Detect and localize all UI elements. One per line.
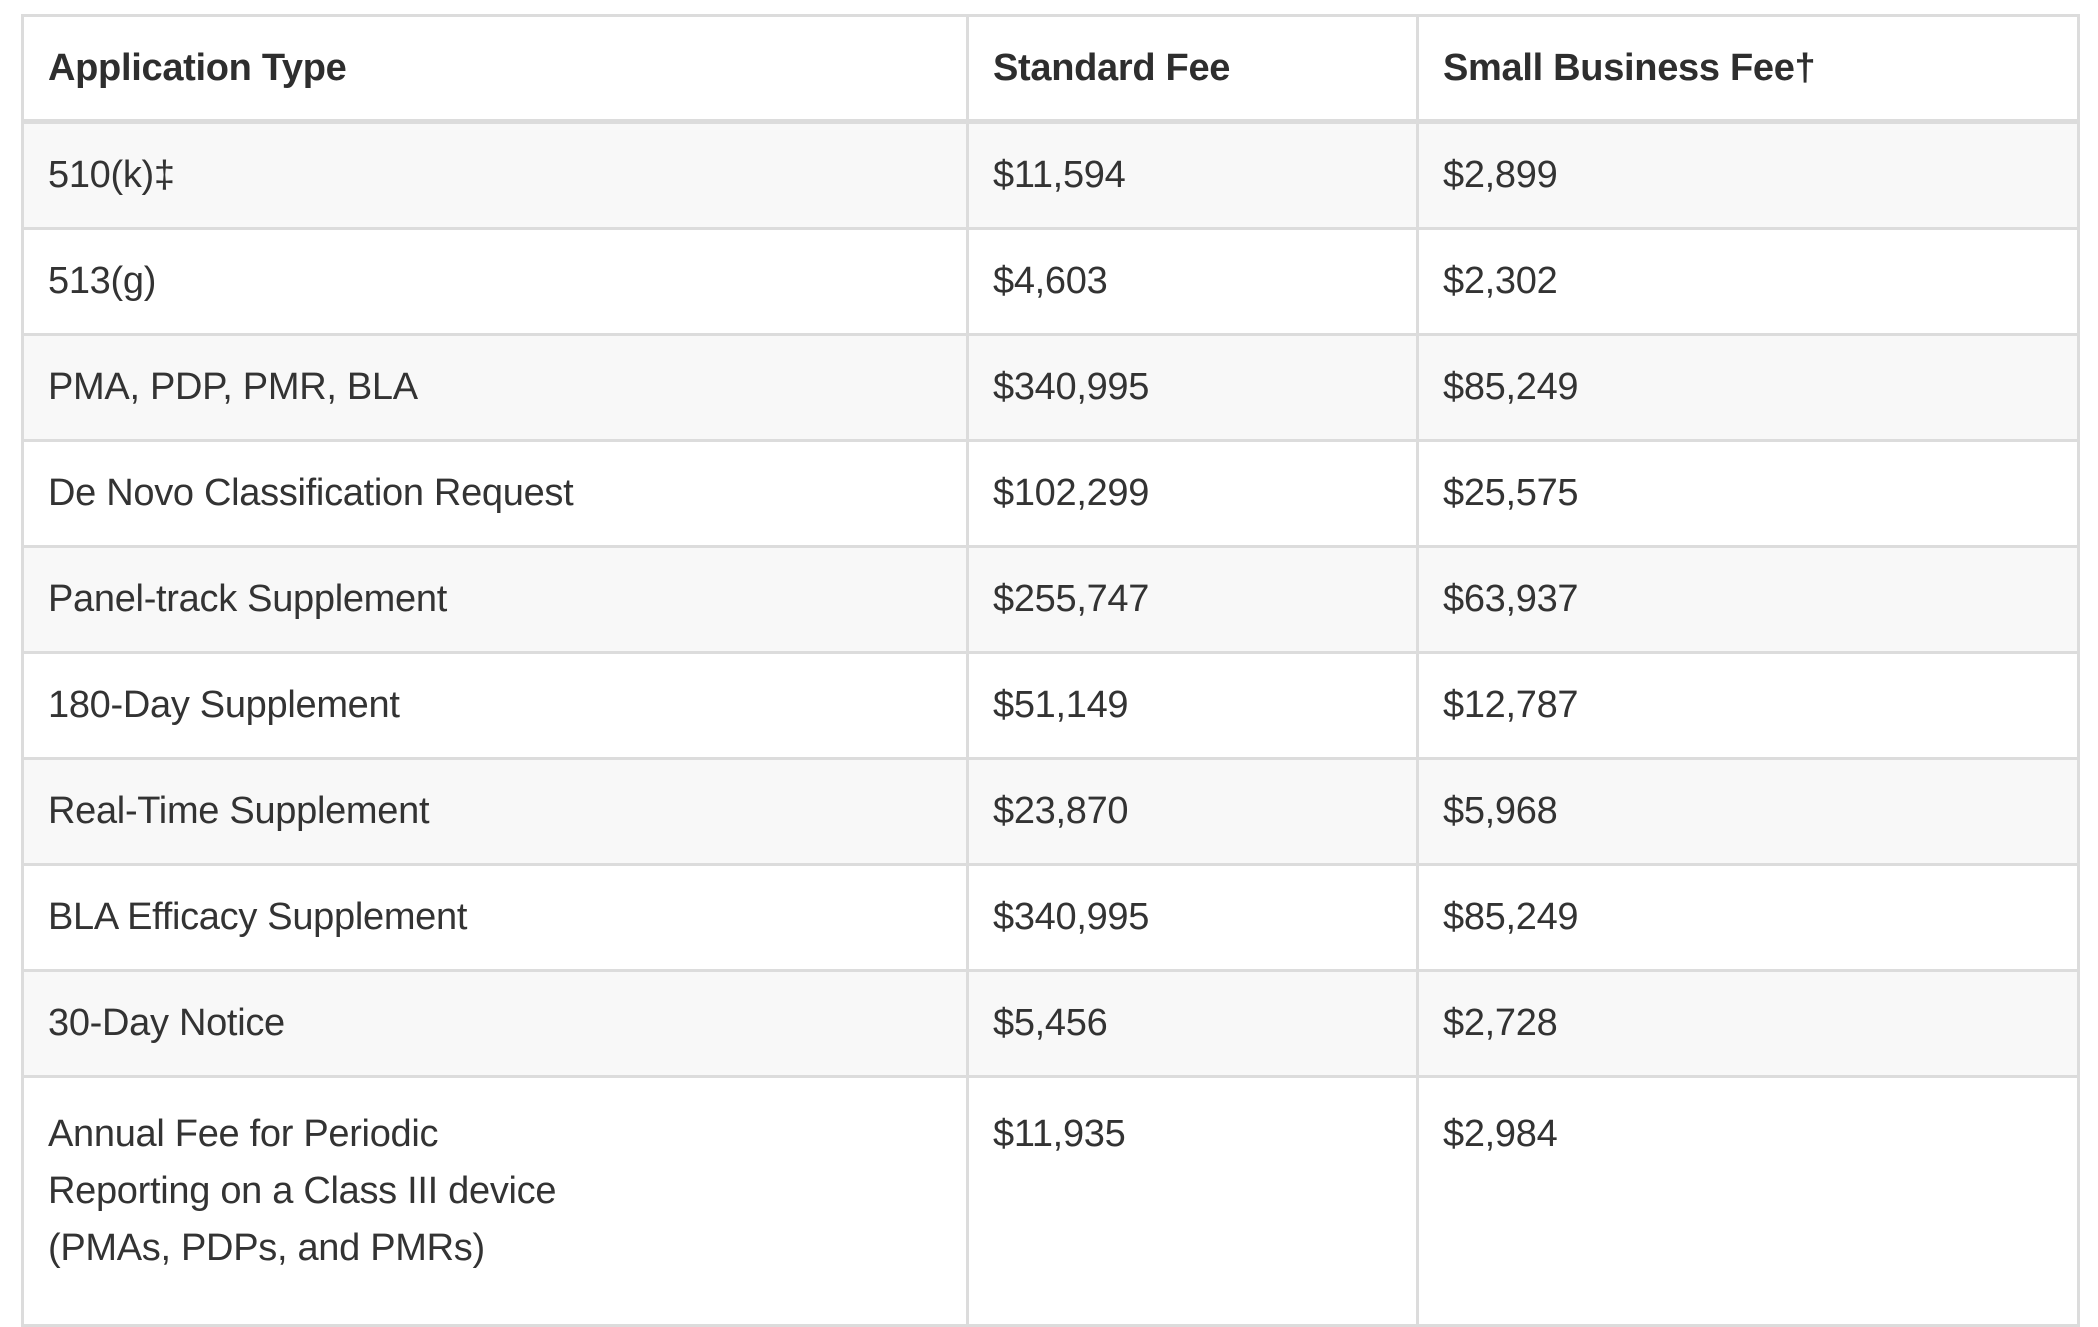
small-business-fee-cell: $85,249: [1416, 333, 2080, 442]
fee-table: Application Type Standard Fee Small Busi…: [21, 14, 2080, 1327]
standard-fee-cell: $11,935: [966, 1075, 1419, 1327]
table-row: Real-Time Supplement $23,870 $5,968: [21, 757, 2080, 866]
small-business-fee-cell: $2,984: [1416, 1075, 2080, 1327]
standard-fee-cell: $102,299: [966, 439, 1419, 548]
small-business-fee-cell: $25,575: [1416, 439, 2080, 548]
table-row: Panel-track Supplement $255,747 $63,937: [21, 545, 2080, 654]
header-application-type: Application Type: [21, 14, 969, 124]
table-row: PMA, PDP, PMR, BLA $340,995 $85,249: [21, 333, 2080, 442]
standard-fee-cell: $340,995: [966, 333, 1419, 442]
application-type-cell: Real-Time Supplement: [21, 757, 969, 866]
standard-fee-cell: $11,594: [966, 120, 1419, 230]
standard-fee-cell: $23,870: [966, 757, 1419, 866]
table-row: 513(g) $4,603 $2,302: [21, 227, 2080, 336]
application-type-cell: PMA, PDP, PMR, BLA: [21, 333, 969, 442]
standard-fee-cell: $51,149: [966, 651, 1419, 760]
table-row: 510(k)‡ $11,594 $2,899: [21, 120, 2080, 230]
small-business-fee-cell: $5,968: [1416, 757, 2080, 866]
table-row: 30-Day Notice $5,456 $2,728: [21, 969, 2080, 1078]
application-type-cell: 30-Day Notice: [21, 969, 969, 1078]
small-business-fee-cell: $12,787: [1416, 651, 2080, 760]
application-type-cell: Panel-track Supplement: [21, 545, 969, 654]
application-type-cell: Annual Fee for Periodic Reporting on a C…: [21, 1075, 969, 1327]
standard-fee-cell: $340,995: [966, 863, 1419, 972]
small-business-fee-cell: $2,899: [1416, 120, 2080, 230]
small-business-fee-cell: $2,302: [1416, 227, 2080, 336]
table-row: De Novo Classification Request $102,299 …: [21, 439, 2080, 548]
table-row: BLA Efficacy Supplement $340,995 $85,249: [21, 863, 2080, 972]
application-type-cell: 513(g): [21, 227, 969, 336]
header-standard-fee: Standard Fee: [966, 14, 1419, 124]
table-row: Annual Fee for Periodic Reporting on a C…: [21, 1075, 2080, 1327]
table-body: 510(k)‡ $11,594 $2,899 513(g) $4,603 $2,…: [21, 120, 2080, 1327]
header-small-business-fee: Small Business Fee†: [1416, 14, 2080, 124]
small-business-fee-cell: $63,937: [1416, 545, 2080, 654]
application-type-cell: 510(k)‡: [21, 120, 969, 230]
standard-fee-cell: $5,456: [966, 969, 1419, 1078]
standard-fee-cell: $4,603: [966, 227, 1419, 336]
table-row: 180-Day Supplement $51,149 $12,787: [21, 651, 2080, 760]
small-business-fee-cell: $85,249: [1416, 863, 2080, 972]
small-business-fee-cell: $2,728: [1416, 969, 2080, 1078]
application-type-cell: De Novo Classification Request: [21, 439, 969, 548]
table-header: Application Type Standard Fee Small Busi…: [21, 14, 2080, 124]
application-type-cell: BLA Efficacy Supplement: [21, 863, 969, 972]
header-row: Application Type Standard Fee Small Busi…: [21, 14, 2080, 124]
application-type-cell: 180-Day Supplement: [21, 651, 969, 760]
standard-fee-cell: $255,747: [966, 545, 1419, 654]
